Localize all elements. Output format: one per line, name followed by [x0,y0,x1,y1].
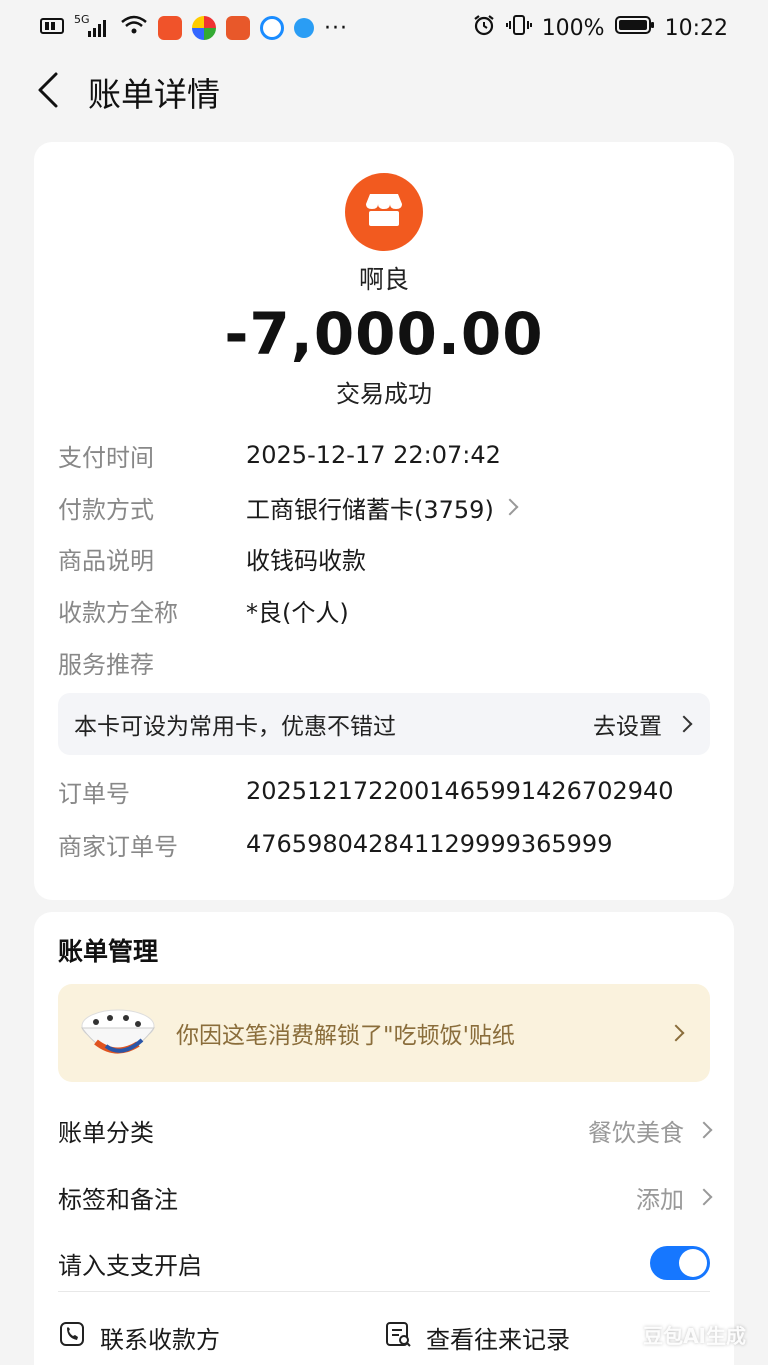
tags-value: 添加 [636,1185,684,1214]
promo-action-label: 去设置 [593,714,662,740]
order-row: 订单号 2025121722001465991426702940 [58,771,708,811]
more-notifications: ··· [324,15,348,41]
order-label: 商家订单号 [58,832,178,861]
app-icon [158,16,182,40]
view-history-label: 查看往来记录 [426,1325,570,1354]
chevron-right-icon [667,1024,685,1042]
app-icon [294,18,314,38]
chevron-left-icon [34,70,60,114]
sim-icon [40,16,64,41]
phone-icon [58,1320,86,1354]
detail-row-payee: 收款方全称 *良(个人) [58,590,708,630]
detail-value: 收钱码收款 [246,546,366,575]
merchant-name: 啊良 [358,265,409,294]
payment-method-value: 工商银行储蓄卡(3759) [246,495,494,524]
promo-text: 本卡可设为常用卡，优惠不错过 [74,714,396,740]
contact-payee-button[interactable]: 联系收款方 [58,1312,384,1362]
merchant-order-row: 商家订单号 476598042841129999365999 [58,824,708,864]
divider [58,1291,710,1292]
header: 账单详情 [0,56,768,128]
merchant-order-number: 476598042841129999365999 [246,830,613,858]
page-title: 账单详情 [88,75,220,114]
merchant-logo [345,173,423,251]
detail-row-description: 商品说明 收钱码收款 [58,538,708,578]
transaction-card: 啊良 -7,000.00 交易成功 支付时间 2025-12-17 22:07:… [34,142,734,900]
vibrate-icon [505,13,532,43]
clock: 10:22 [664,15,728,41]
transaction-status: 交易成功 [336,380,432,408]
chevron-right-icon [695,1188,713,1206]
detail-label: 服务推荐 [58,650,154,679]
chevron-right-icon [675,715,693,733]
order-label: 订单号 [58,779,130,808]
wifi-icon [120,14,148,42]
detail-row-service: 服务推荐 [58,642,708,682]
view-history-button[interactable]: 查看往来记录 [384,1312,570,1362]
sticker-banner[interactable]: 你因这笔消费解锁了"吃顿饭'贴纸 [58,984,710,1082]
tags-notes-row[interactable]: 标签和备注 添加 [58,1173,713,1221]
detail-row-pay-time: 支付时间 2025-12-17 22:07:42 [58,435,708,475]
battery-icon [614,14,655,42]
bottom-actions: 联系收款方 查看往来记录 [58,1312,710,1362]
tags-value-wrap: 添加 [636,1180,713,1215]
transaction-amount: -7,000.00 [224,300,544,368]
ai-watermark: 豆包AI生成 [643,1324,746,1348]
chevron-right-icon [695,1121,713,1139]
toggle-knob [679,1249,707,1277]
budget-toggle-row: 请入支支开启 [58,1239,710,1287]
detail-label: 收款方全称 [58,598,178,627]
detail-label: 支付时间 [58,443,154,472]
status-bar: 5G ··· 100% 10:22 [0,0,768,56]
app-icon [192,16,216,40]
detail-label: 商品说明 [58,546,154,575]
bill-management-card: 账单管理 你因这笔消费解锁了"吃顿饭'贴纸 账单分类 餐饮美食 标签和备注 添加 [34,912,734,1365]
category-value: 餐饮美食 [588,1118,684,1147]
alarm-icon [472,13,496,43]
app-icon [260,16,284,40]
budget-toggle[interactable] [650,1246,710,1280]
detail-label: 付款方式 [58,495,154,524]
section-title: 账单管理 [58,937,159,966]
sticker-banner-text: 你因这笔消费解锁了"吃顿饭'贴纸 [176,1023,515,1049]
store-icon [362,190,406,234]
tags-label: 标签和备注 [58,1185,178,1214]
detail-row-payment-method[interactable]: 付款方式 工商银行储蓄卡(3759) [58,487,708,527]
detail-value-wrap: 工商银行储蓄卡(3759) [246,490,519,525]
category-label: 账单分类 [58,1118,154,1147]
bill-category-row[interactable]: 账单分类 餐饮美食 [58,1106,713,1154]
promo-action: 去设置 [593,707,693,741]
record-icon [384,1320,412,1354]
status-bar-left: 5G ··· [40,13,348,42]
detail-value: *良(个人) [246,598,349,627]
detail-value: 2025-12-17 22:07:42 [246,441,501,469]
battery-percent: 100% [541,15,605,41]
chevron-right-icon [501,498,519,516]
status-bar-right: 100% 10:22 [472,13,728,43]
budget-label: 请入支支开启 [58,1251,202,1280]
set-default-card-banner[interactable]: 本卡可设为常用卡，优惠不错过 去设置 [58,693,710,755]
rice-bowl-sticker-icon [76,998,162,1068]
category-value-wrap: 餐饮美食 [588,1113,713,1148]
order-number: 2025121722001465991426702940 [246,777,674,805]
back-button[interactable] [34,70,70,114]
contact-payee-label: 联系收款方 [100,1325,220,1354]
app-icon [226,16,250,40]
network-label: 5G [74,13,90,26]
signal-icon: 5G [74,13,110,39]
